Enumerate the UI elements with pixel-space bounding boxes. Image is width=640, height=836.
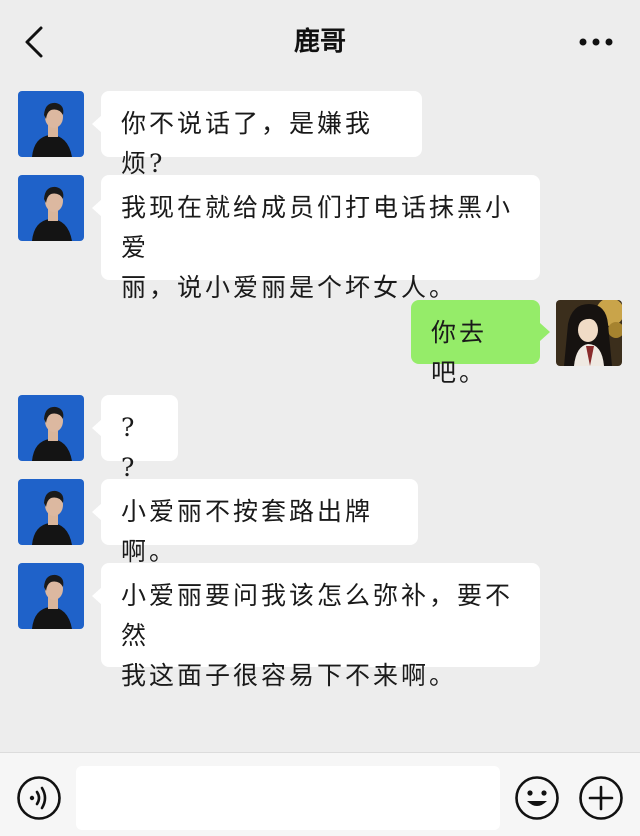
contact-avatar-icon <box>18 563 84 629</box>
more-button[interactable] <box>574 26 618 58</box>
avatar[interactable] <box>556 300 622 366</box>
message-bubble[interactable]: 小爱丽要问我该怎么弥补，要不然 我这面子很容易下不来啊。 <box>101 563 540 690</box>
contact-avatar-icon <box>18 175 84 241</box>
input-bar <box>0 752 640 836</box>
user-avatar-icon <box>556 300 622 366</box>
message-input[interactable] <box>76 766 500 830</box>
emoji-button[interactable] <box>514 775 560 821</box>
avatar[interactable] <box>18 395 84 461</box>
chat-header: 鹿哥 <box>0 0 640 82</box>
avatar[interactable] <box>18 479 84 545</box>
contact-avatar-icon <box>18 395 84 461</box>
message-bubble[interactable]: 小爱丽不按套路出牌啊。 <box>101 479 418 566</box>
more-horizontal-icon <box>579 38 613 46</box>
chat-title: 鹿哥 <box>293 27 346 57</box>
bubble-tail <box>540 323 550 341</box>
contact-avatar-icon <box>18 479 84 545</box>
message-bubble[interactable]: 你不说话了，是嫌我烦? <box>101 91 422 178</box>
message-text: 我这面子很容易下不来啊。 <box>121 661 458 690</box>
message-text: ? ? <box>121 413 138 482</box>
chat-screen: 鹿哥 你不说话了，是嫌我烦? 我现在就给成员们打电话抹黑小爱 丽，说小爱丽是个坏… <box>0 0 640 836</box>
avatar[interactable] <box>18 91 84 157</box>
message-bubble[interactable]: 你去吧。 <box>411 300 540 387</box>
message-text: 小爱丽不按套路出牌啊。 <box>121 497 374 566</box>
plus-button[interactable] <box>578 775 624 821</box>
voice-icon <box>17 776 61 820</box>
message-text: 我现在就给成员们打电话抹黑小爱 <box>121 193 514 262</box>
contact-avatar-icon <box>18 91 84 157</box>
message-text: 小爱丽要问我该怎么弥补，要不然 <box>121 581 514 650</box>
message-bubble[interactable]: 我现在就给成员们打电话抹黑小爱 丽，说小爱丽是个坏女人。 <box>101 175 540 302</box>
voice-button[interactable] <box>16 775 62 821</box>
avatar[interactable] <box>18 563 84 629</box>
avatar[interactable] <box>18 175 84 241</box>
message-text: 你不说话了，是嫌我烦? <box>121 109 374 178</box>
plus-circle-icon <box>579 776 623 820</box>
message-text: 你去吧。 <box>431 318 488 387</box>
message-bubble[interactable]: ? ? <box>101 395 178 482</box>
emoji-icon <box>515 776 559 820</box>
